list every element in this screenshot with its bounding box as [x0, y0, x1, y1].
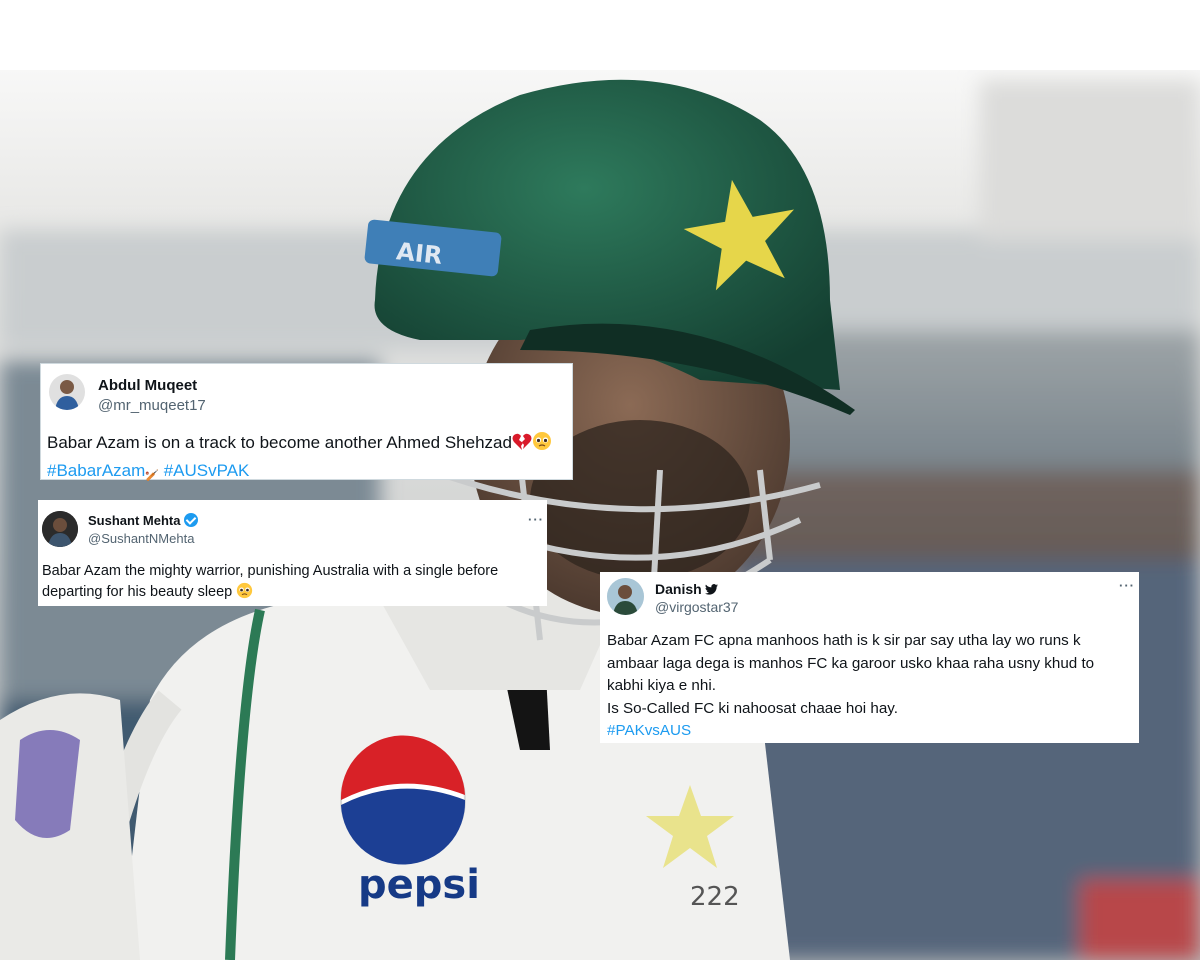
- author-handle[interactable]: @virgostar37: [655, 599, 738, 615]
- author-name[interactable]: Abdul Muqeet: [98, 377, 197, 394]
- person-icon: [42, 511, 78, 547]
- author-name[interactable]: Sushant Mehta: [88, 513, 199, 528]
- jersey-logo-text: pepsi: [358, 862, 480, 908]
- more-options-icon[interactable]: ···: [528, 512, 544, 527]
- author-handle[interactable]: @SushantNMehta: [88, 531, 194, 546]
- tweet-line-1: Babar Azam FC apna manhoos hath is k sir…: [607, 632, 1081, 649]
- broken-heart-icon: [512, 433, 532, 458]
- tweet-line-1: Babar Azam the mighty warrior, punishing…: [42, 563, 499, 579]
- avatar[interactable]: [42, 511, 78, 547]
- person-icon: [55, 380, 79, 410]
- hashtag-pakvsaus[interactable]: #PAKvsAUS: [607, 722, 691, 739]
- tweet-card-abdul-muqeet[interactable]: Abdul Muqeet @mr_muqeet17 Babar Azam is …: [40, 363, 573, 482]
- author-handle[interactable]: @mr_muqeet17: [98, 397, 206, 414]
- tweet-line-3: kabhi kiya e nhi.: [607, 677, 716, 694]
- person-icon: [607, 578, 644, 615]
- avatar[interactable]: [49, 374, 85, 410]
- tweet-text: Babar Azam FC apna manhoos hath is k sir…: [607, 630, 1135, 743]
- tweet-line-4: Is So-Called FC ki nahoosat chaae hoi ha…: [607, 699, 898, 717]
- tweet-text: Babar Azam the mighty warrior, punishing…: [42, 561, 542, 606]
- verified-badge-icon: [184, 513, 199, 527]
- tweet-body: Babar Azam is on a track to become anoth…: [47, 433, 512, 452]
- avatar[interactable]: [607, 578, 644, 615]
- jersey-number: 222: [690, 882, 740, 912]
- cricket-bat-icon: 🏏: [145, 470, 159, 482]
- hashtag-babarazam[interactable]: #BabarAzam: [47, 461, 145, 480]
- hashtag-ausvpak[interactable]: #AUSvPAK: [164, 461, 250, 480]
- bird-icon: [704, 582, 718, 598]
- pleading-face-icon: [532, 431, 552, 458]
- more-options-icon[interactable]: ···: [1119, 578, 1135, 593]
- author-name-text[interactable]: Sushant Mehta: [88, 513, 180, 528]
- helmet-sticker-text: AIR: [395, 237, 444, 270]
- tweet-line-2: ambaar laga dega is manhos FC ka garoor …: [607, 654, 1095, 672]
- tweet-card-danish[interactable]: Danish @virgostar37 ··· Babar Azam FC ap…: [600, 572, 1139, 743]
- tweet-line-2: departing for his beauty sleep: [42, 584, 233, 600]
- author-name[interactable]: Danish: [655, 581, 718, 598]
- pleading-face-icon: [236, 582, 253, 606]
- tweet-text: Babar Azam is on a track to become anoth…: [47, 430, 567, 489]
- top-white-band: [0, 0, 1200, 70]
- tweet-card-sushant-mehta[interactable]: Sushant Mehta @SushantNMehta ··· Babar A…: [38, 500, 547, 606]
- author-name-text[interactable]: Danish: [655, 581, 702, 597]
